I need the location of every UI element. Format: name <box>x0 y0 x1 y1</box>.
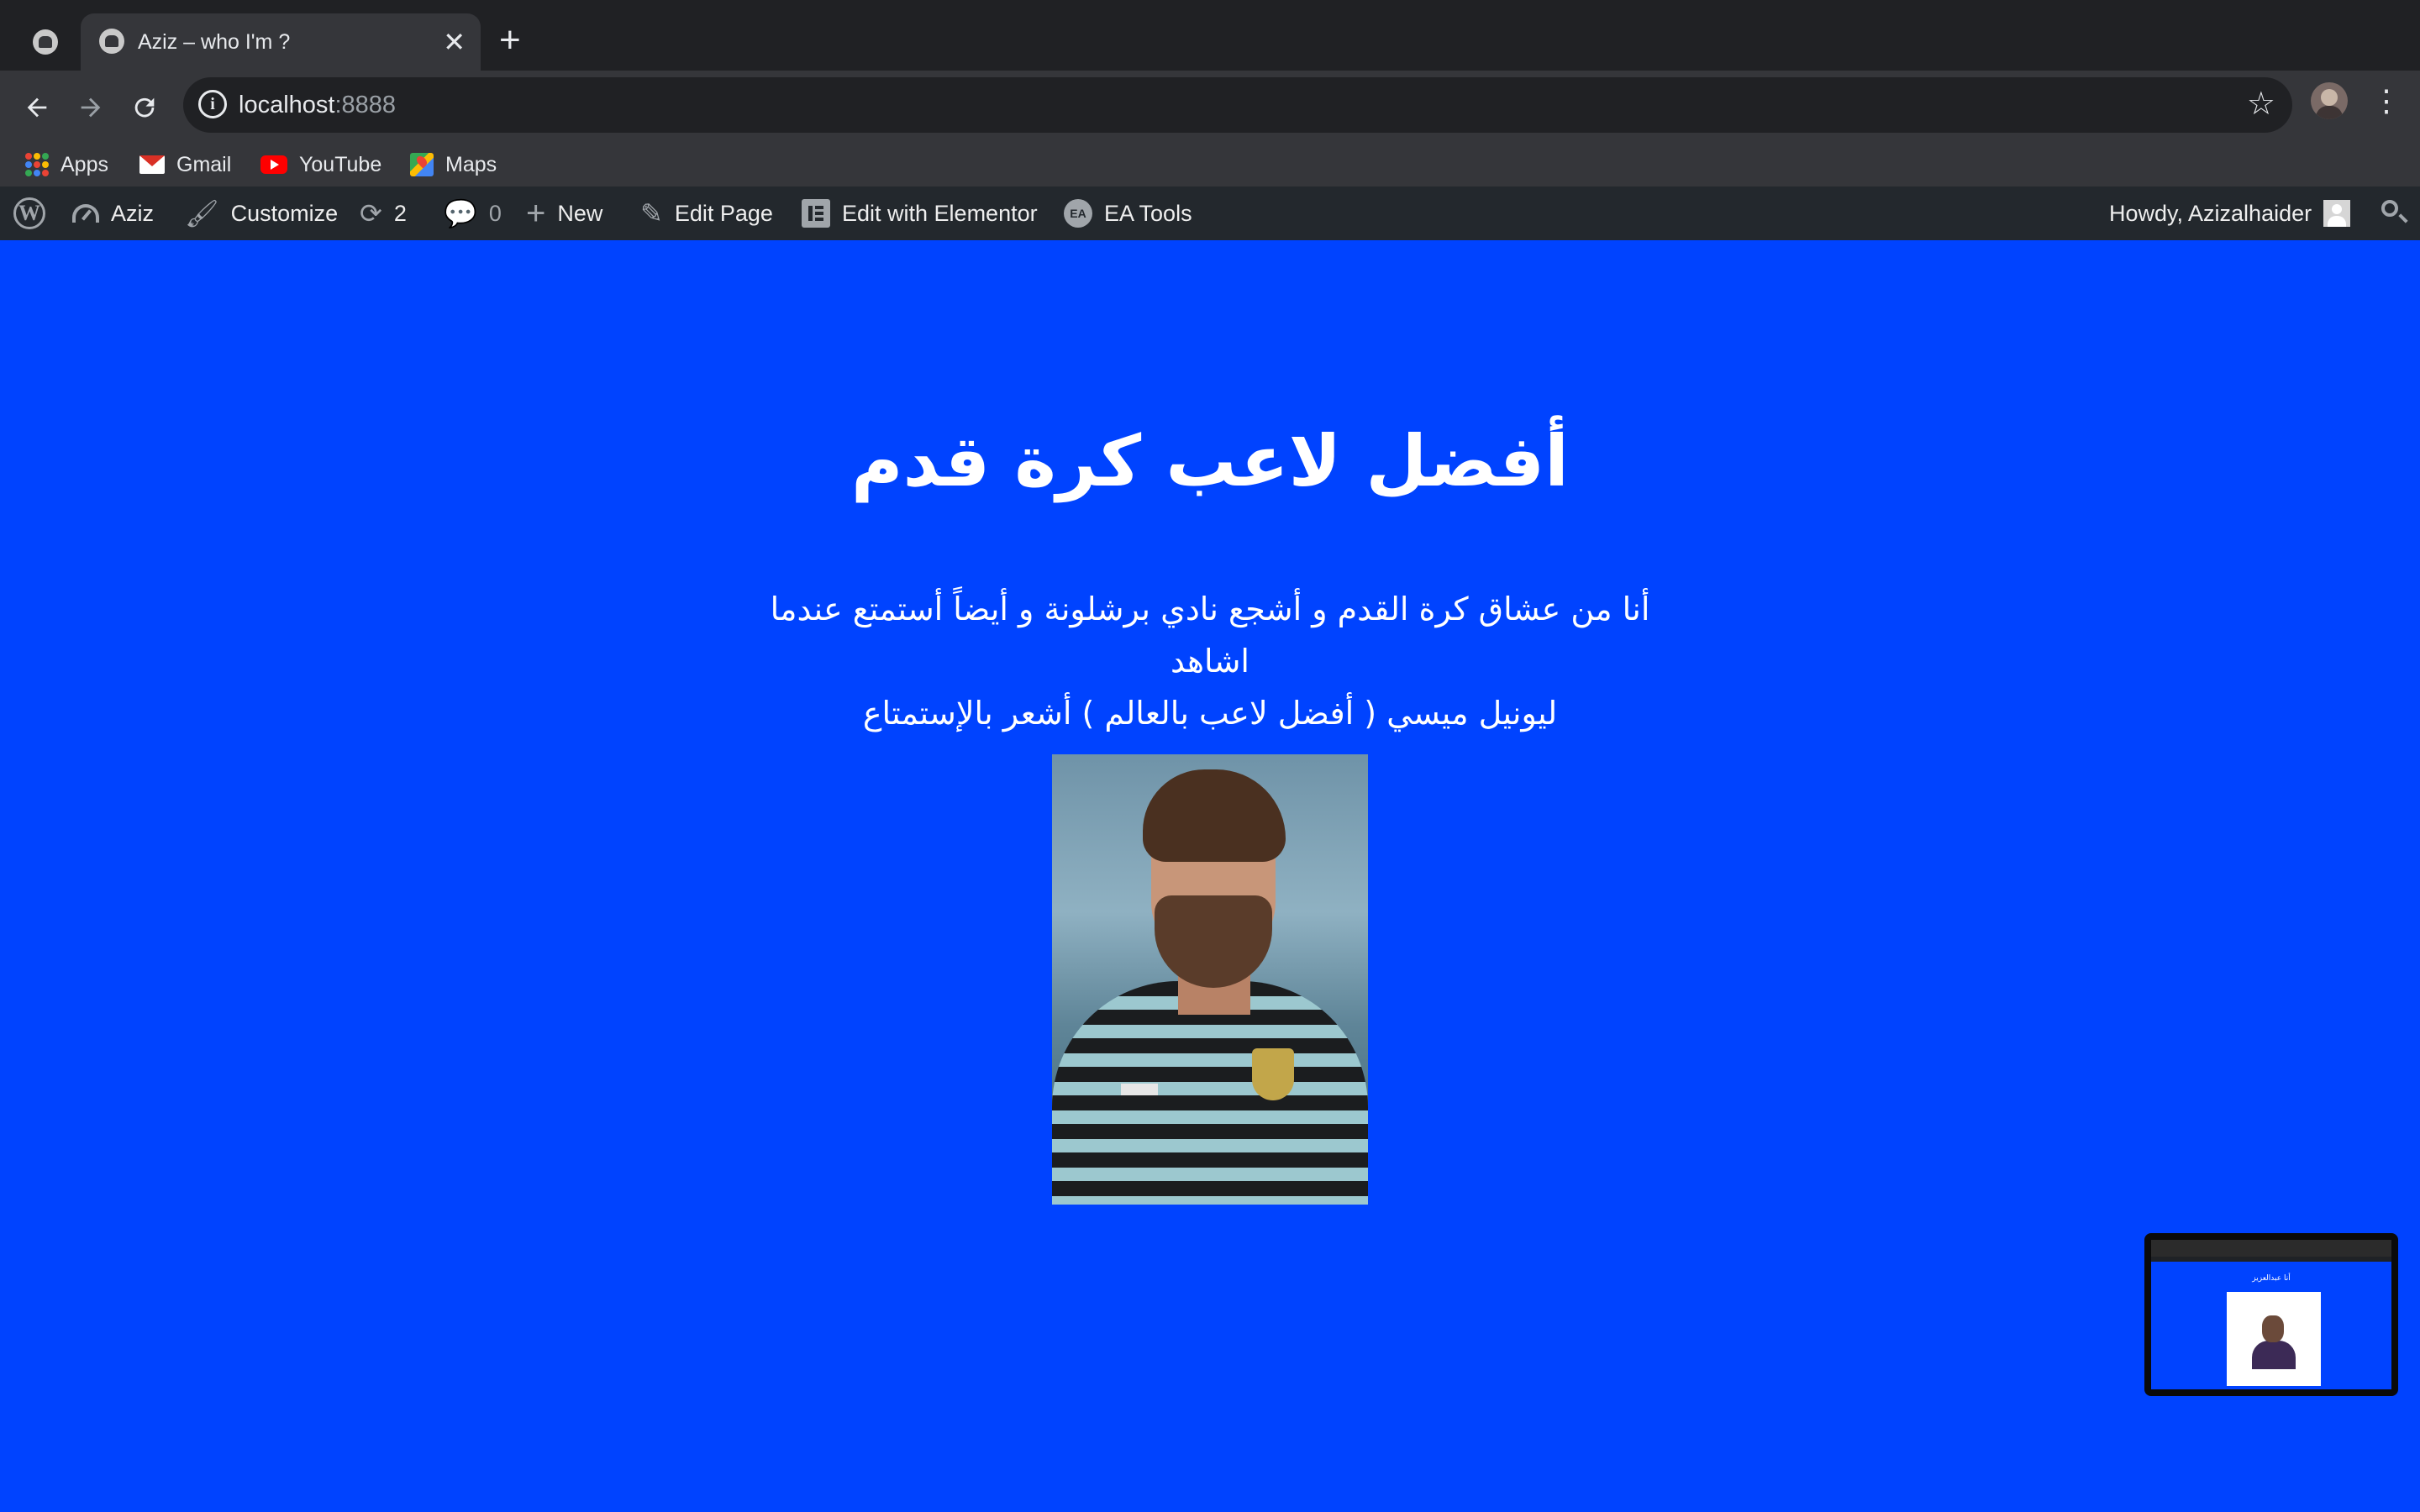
wordpress-logo-icon: W <box>13 197 45 229</box>
site-favicon-icon <box>33 29 58 55</box>
site-name-menu[interactable]: Aziz <box>72 186 154 240</box>
tab-strip: Aziz – who I'm ? ✕ + <box>0 0 2420 71</box>
my-account-menu[interactable]: Howdy, Azizalhaider <box>2109 186 2351 240</box>
pinned-tab[interactable] <box>24 20 67 64</box>
bookmark-label: Gmail <box>176 152 232 176</box>
preview-screen: أنا عبدالعزيز <box>2151 1240 2391 1389</box>
howdy-label: Howdy, Azizalhaider <box>2109 200 2312 226</box>
admin-search-icon[interactable] <box>2381 200 2398 217</box>
plus-icon: + <box>526 195 546 232</box>
customize-link[interactable]: 🖌 Customize <box>185 186 338 240</box>
ea-tools-icon: EA <box>1064 199 1092 228</box>
paragraph-line-1: أنا من عشاق كرة القدم و أشجع نادي برشلون… <box>770 591 1650 680</box>
bookmark-label: YouTube <box>299 152 382 176</box>
bookmark-gmail[interactable]: Gmail <box>139 150 231 180</box>
updates-link[interactable]: ⟳ 2 <box>360 186 407 240</box>
preview-photo <box>2227 1292 2321 1386</box>
comments-count: 0 <box>488 200 502 226</box>
bookmarks-bar: Apps Gmail YouTube Maps <box>0 139 2420 190</box>
ea-tools-label: EA Tools <box>1104 200 1192 226</box>
profile-avatar[interactable] <box>2311 82 2348 119</box>
active-tab[interactable]: Aziz – who I'm ? ✕ <box>81 13 481 71</box>
tab-title: Aziz – who I'm ? <box>138 30 291 54</box>
browser-toolbar: i localhost:8888 ☆ ⋮ Apps Gmail YouTube … <box>0 71 2420 202</box>
wp-logo-menu[interactable]: W <box>13 186 45 240</box>
back-arrow-icon[interactable] <box>13 84 60 131</box>
apps-grid-icon <box>25 153 49 176</box>
screenshot-preview-thumbnail[interactable]: أنا عبدالعزيز <box>2144 1233 2398 1396</box>
new-content-menu[interactable]: + New <box>526 186 602 240</box>
tab-close-icon[interactable]: ✕ <box>443 25 466 59</box>
address-bar[interactable]: i localhost:8888 ☆ <box>183 77 2292 133</box>
updates-count: 2 <box>393 200 407 226</box>
site-name: Aziz <box>111 200 155 226</box>
url-host: localhost <box>239 92 335 118</box>
updates-refresh-icon: ⟳ <box>360 198 382 228</box>
paragraph-line-2: ليونيل ميسي ( أفضل لاعب بالعالم ) أشعر ب… <box>862 695 1558 732</box>
bookmark-label: Apps <box>60 152 108 176</box>
page-content: أفضل لاعب كرة قدم أنا من عشاق كرة القدم … <box>0 240 2420 1512</box>
reload-icon[interactable] <box>121 84 168 131</box>
team-crest <box>1252 1048 1294 1100</box>
user-avatar <box>2323 200 2351 227</box>
preview-heading: أنا عبدالعزيز <box>2252 1274 2291 1283</box>
elementor-label: Edit with Elementor <box>842 200 1038 226</box>
url-port: :8888 <box>334 92 397 118</box>
customize-label: Customize <box>230 200 339 226</box>
menu-kebab-icon[interactable]: ⋮ <box>2371 82 2402 119</box>
bookmark-label: Maps <box>445 152 497 176</box>
elementor-icon <box>802 199 830 228</box>
player-photo <box>1052 754 1368 1205</box>
site-info-icon[interactable]: i <box>198 90 227 118</box>
ea-tools-menu[interactable]: EA EA Tools <box>1064 186 1192 240</box>
shirt-brand-logo <box>1121 1084 1158 1095</box>
bookmark-star-icon[interactable]: ☆ <box>2247 86 2275 123</box>
pencil-icon: ✎ <box>640 198 663 228</box>
intro-paragraph: أنا من عشاق كرة القدم و أشجع نادي برشلون… <box>739 583 1681 739</box>
bookmark-maps[interactable]: Maps <box>410 150 497 180</box>
youtube-icon <box>260 155 287 174</box>
wp-admin-bar: W Aziz 🖌 Customize ⟳ 2 💬 0 + New ✎ Edit … <box>0 186 2420 240</box>
edit-page-link[interactable]: ✎ Edit Page <box>640 186 773 240</box>
bookmark-youtube[interactable]: YouTube <box>260 150 381 180</box>
page-heading: أفضل لاعب كرة قدم <box>851 420 1569 502</box>
new-tab-button[interactable]: + <box>499 18 521 62</box>
tab-favicon-icon <box>99 29 124 54</box>
edit-with-elementor-link[interactable]: Edit with Elementor <box>802 186 1038 240</box>
dashboard-gauge-icon <box>72 204 99 223</box>
edit-page-label: Edit Page <box>674 200 773 226</box>
gmail-icon <box>139 155 165 174</box>
forward-arrow-icon[interactable] <box>67 84 114 131</box>
maps-icon <box>410 153 434 176</box>
url-text[interactable]: localhost:8888 <box>239 89 396 121</box>
comments-link[interactable]: 💬 0 <box>444 186 502 240</box>
paintbrush-icon: 🖌 <box>185 198 219 228</box>
comment-bubble-icon: 💬 <box>444 198 477 228</box>
bookmark-apps[interactable]: Apps <box>25 150 108 180</box>
preview-browser-bar <box>2151 1240 2391 1262</box>
new-label: New <box>557 200 603 226</box>
